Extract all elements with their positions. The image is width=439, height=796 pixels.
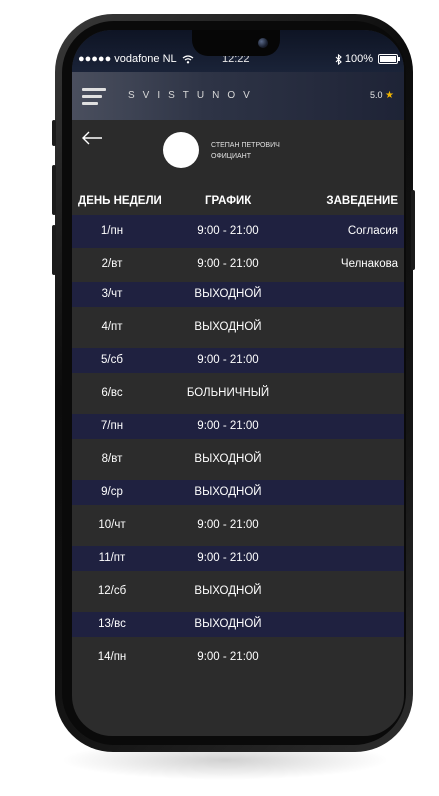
volume-up-button [52, 165, 56, 215]
cell-schedule: ВЫХОДНОЙ [194, 486, 262, 498]
table-row[interactable]: 7/пн 9:00 - 21:00 [72, 414, 404, 439]
cell-schedule: 9:00 - 21:00 [197, 420, 259, 432]
cell-day: 12/сб [97, 585, 127, 597]
cell-schedule: 9:00 - 21:00 [197, 225, 259, 237]
phone-screen: ●●●●● vodafone NL 12:22 100% SVISTUNOV 5… [72, 30, 404, 736]
menu-icon[interactable] [82, 86, 106, 106]
table-row[interactable]: 13/вс ВЫХОДНОЙ [72, 612, 404, 637]
cell-day: 5/сб [101, 354, 123, 366]
header-place: ЗАВЕДЕНИЕ [326, 195, 398, 207]
cell-day: 2/вт [101, 258, 123, 270]
app-header: SVISTUNOV 5.0 ★ [72, 72, 404, 120]
table-row[interactable]: 5/сб 9:00 - 21:00 [72, 348, 404, 373]
cell-schedule: ВЫХОДНОЙ [194, 321, 262, 333]
header-day: ДЕНЬ НЕДЕЛИ [78, 195, 162, 207]
cell-day: 4/пт [101, 321, 123, 333]
cell-day: 3/чт [101, 288, 123, 300]
cell-schedule: 9:00 - 21:00 [197, 354, 259, 366]
cell-schedule: ВЫХОДНОЙ [194, 288, 262, 300]
table-row[interactable]: 10/чт 9:00 - 21:00 [72, 505, 404, 546]
table-row[interactable]: 4/пт ВЫХОДНОЙ [72, 307, 404, 348]
table-row[interactable]: 6/вс БОЛЬНИЧНЫЙ [72, 373, 404, 414]
profile-role: ОФИЦИАНТ [211, 153, 252, 160]
profile-name: СТЕПАН ПЕТРОВИЧ [211, 142, 280, 149]
cell-schedule: БОЛЬНИЧНЫЙ [186, 387, 270, 399]
cell-day: 14/пн [97, 651, 127, 663]
cell-schedule: ВЫХОДНОЙ [194, 585, 262, 597]
rating-value: 5.0 [370, 90, 383, 100]
rating-badge: 5.0 ★ [370, 90, 394, 101]
cell-schedule: 9:00 - 21:00 [197, 258, 259, 270]
cell-day: 9/ср [101, 486, 123, 498]
table-row[interactable]: 14/пн 9:00 - 21:00 [72, 637, 404, 678]
volume-down-button [52, 225, 56, 275]
camera-lens [258, 38, 268, 48]
battery-percent: 100% [344, 53, 373, 65]
carrier-label: ●●●●● vodafone NL [78, 53, 177, 65]
avatar [163, 132, 199, 168]
table-header: ДЕНЬ НЕДЕЛИ ГРАФИК ЗАВЕДЕНИЕ [72, 193, 404, 215]
side-button [411, 190, 415, 270]
profile-section: СТЕПАН ПЕТРОВИЧ ОФИЦИАНТ [72, 120, 404, 190]
cell-schedule: 9:00 - 21:00 [197, 651, 259, 663]
table-row[interactable]: 12/сб ВЫХОДНОЙ [72, 571, 404, 612]
cell-day: 6/вс [101, 387, 123, 399]
star-icon: ★ [385, 90, 394, 101]
cell-day: 13/вс [98, 618, 126, 630]
schedule-table: 1/пн 9:00 - 21:00 Согласия 2/вт 9:00 - 21:00… [72, 215, 404, 678]
cell-schedule: 9:00 - 21:00 [197, 519, 259, 531]
cell-day: 11/пт [98, 552, 126, 564]
status-right-group: 100% [335, 53, 400, 65]
cell-place: Челнакова [340, 258, 398, 270]
bluetooth-icon [335, 53, 342, 65]
header-schedule: ГРАФИК [205, 195, 252, 207]
cell-day: 8/вт [101, 453, 123, 465]
profile-info: СТЕПАН ПЕТРОВИЧ ОФИЦИАНТ [211, 140, 280, 162]
cell-day: 7/пн [100, 420, 124, 432]
cell-schedule: ВЫХОДНОЙ [194, 618, 262, 630]
table-row[interactable]: 8/вт ВЫХОДНОЙ [72, 439, 404, 480]
wifi-icon [182, 54, 194, 64]
brand-title: SVISTUNOV [128, 90, 258, 101]
table-row[interactable]: 9/ср ВЫХОДНОЙ [72, 480, 404, 505]
battery-icon [378, 54, 400, 64]
cell-schedule: 9:00 - 21:00 [197, 552, 259, 564]
back-arrow-icon[interactable] [80, 128, 104, 148]
table-row[interactable]: 3/чт ВЫХОДНОЙ [72, 282, 404, 307]
table-row[interactable]: 11/пт 9:00 - 21:00 [72, 546, 404, 571]
mute-switch [52, 120, 56, 146]
cell-place: Согласия [347, 225, 398, 237]
cell-schedule: ВЫХОДНОЙ [194, 453, 262, 465]
carrier-group: ●●●●● vodafone NL [78, 53, 194, 65]
table-row[interactable]: 2/вт 9:00 - 21:00 Челнакова [72, 248, 404, 282]
cell-day: 10/чт [98, 519, 126, 531]
cell-day: 1/пн [100, 225, 124, 237]
table-row[interactable]: 1/пн 9:00 - 21:00 Согласия [72, 215, 404, 248]
